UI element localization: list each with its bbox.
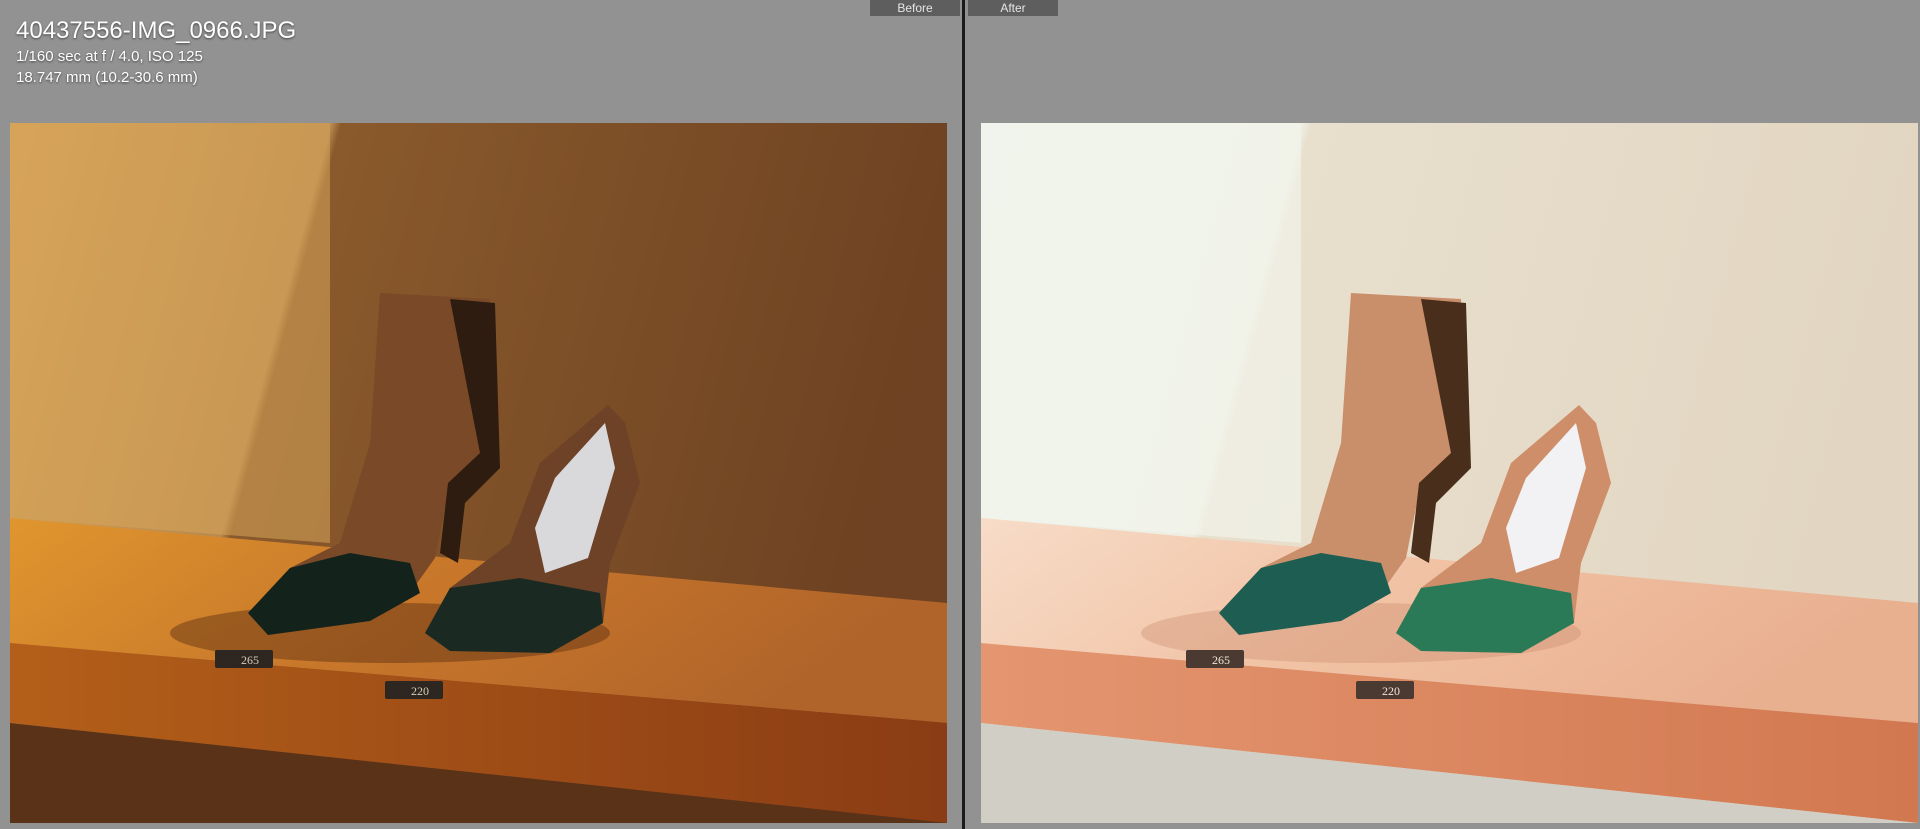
after-photo-image: 265 220 <box>981 123 1918 823</box>
before-tag-265: 265 <box>241 653 259 667</box>
before-label: Before <box>870 0 960 16</box>
before-tag-220: 220 <box>411 684 429 698</box>
compare-divider[interactable] <box>962 0 965 829</box>
after-label: After <box>968 0 1058 16</box>
photo-exposure: 1/160 sec at f / 4.0, ISO 125 <box>16 48 203 65</box>
before-photo-image: 265 220 <box>10 123 947 823</box>
after-tag-265: 265 <box>1212 653 1230 667</box>
before-photo[interactable]: 265 220 <box>10 123 947 823</box>
photo-filename: 40437556-IMG_0966.JPG <box>16 17 297 44</box>
after-tag-220: 220 <box>1382 684 1400 698</box>
after-photo[interactable]: 265 220 <box>981 123 1918 823</box>
photo-focal-length: 18.747 mm (10.2-30.6 mm) <box>16 69 198 86</box>
photo-info-overlay: 40437556-IMG_0966.JPG 1/160 sec at f / 4… <box>16 16 296 88</box>
